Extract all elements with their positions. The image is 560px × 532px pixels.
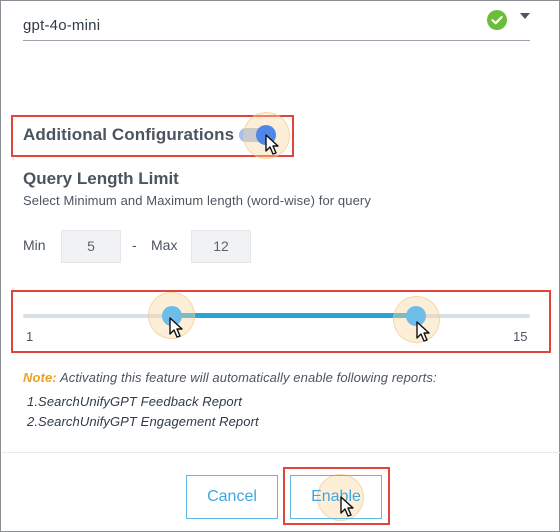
check-circle-icon — [487, 10, 507, 30]
note-label: Note: — [23, 370, 57, 385]
query-length-limit-description: Select Minimum and Maximum length (word-… — [23, 193, 371, 208]
mouse-cursor-icon — [265, 134, 279, 155]
query-length-limit-title: Query Length Limit — [23, 169, 179, 188]
footer-divider — [2, 452, 560, 453]
range-separator: - — [132, 237, 137, 253]
slider-selected-range — [172, 313, 416, 318]
additional-configurations-label: Additional Configurations — [23, 125, 235, 144]
mouse-cursor-icon — [340, 496, 354, 517]
min-length-input[interactable]: 5 — [61, 230, 121, 263]
report-item: 1.SearchUnifyGPT Feedback Report — [27, 394, 242, 409]
enable-button-highlight — [283, 467, 390, 525]
cancel-button[interactable]: Cancel — [186, 475, 278, 519]
caret-down-icon[interactable] — [520, 13, 530, 19]
mouse-cursor-icon — [169, 317, 183, 338]
max-length-input[interactable]: 12 — [191, 230, 251, 263]
slider-max-tick: 15 — [513, 329, 528, 344]
mouse-cursor-icon — [416, 321, 430, 342]
max-label: Max — [151, 237, 178, 253]
note: Note: Activating this feature will autom… — [23, 370, 437, 385]
slider-highlight — [11, 290, 551, 353]
model-select-value: gpt-4o-mini — [23, 17, 101, 34]
model-select[interactable]: gpt-4o-mini — [23, 5, 530, 41]
min-label: Min — [23, 237, 46, 253]
slider-min-tick: 1 — [26, 329, 34, 344]
config-dialog: gpt-4o-mini Additional Configurations Qu… — [0, 0, 560, 532]
note-text: Activating this feature will automatical… — [56, 370, 437, 385]
report-item: 2.SearchUnifyGPT Engagement Report — [27, 414, 259, 429]
